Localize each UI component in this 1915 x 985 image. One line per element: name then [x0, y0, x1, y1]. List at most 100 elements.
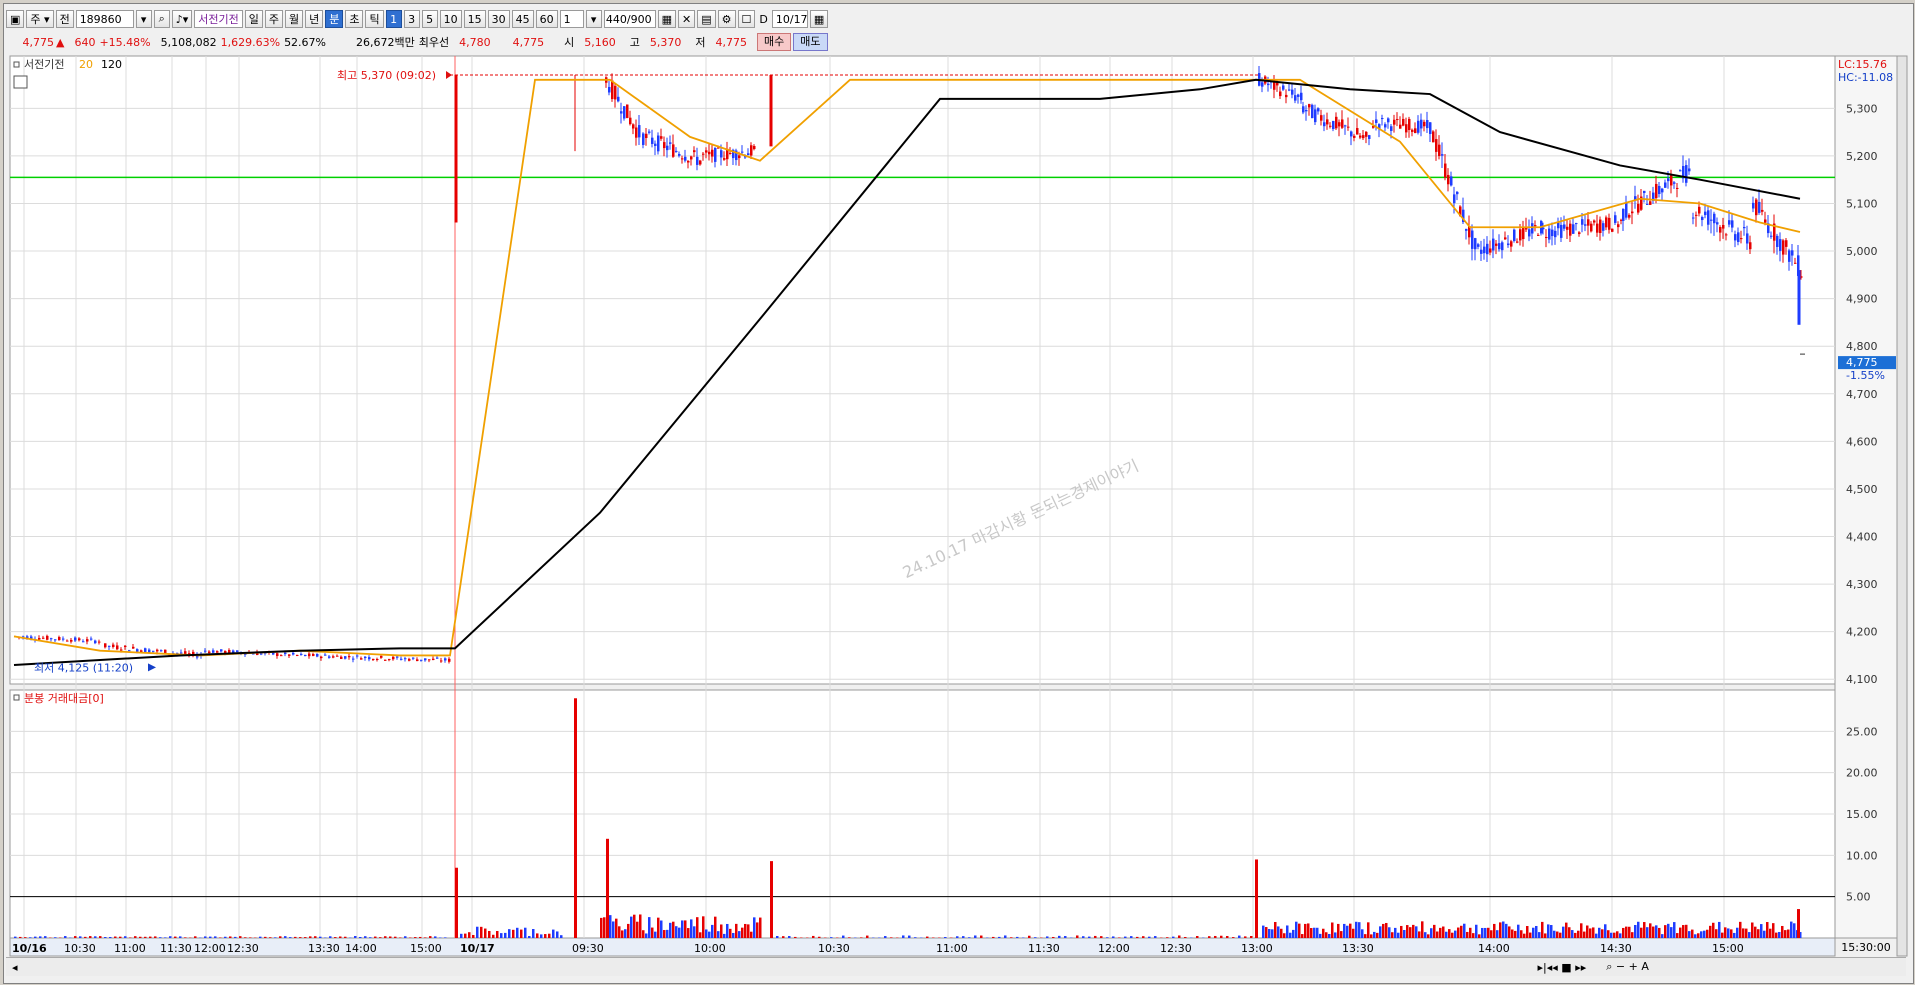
candle-body [436, 657, 439, 659]
x-tick-label: 09:30 [572, 942, 604, 955]
volume-bar [532, 929, 535, 938]
candle-body [1785, 240, 1788, 247]
candle-body [1575, 223, 1578, 225]
candle-body [208, 651, 211, 654]
candle-body [699, 160, 702, 165]
candle-body [1311, 104, 1314, 119]
volume-bar [1421, 921, 1424, 938]
x-tick-label: 14:30 [1600, 942, 1632, 955]
candle-body [635, 127, 638, 138]
candle-body [1572, 224, 1575, 234]
candle-body [296, 654, 299, 656]
volume-bar [504, 932, 507, 938]
volume-bar [980, 935, 983, 938]
volume-bar [1466, 931, 1469, 938]
volume-bar [516, 927, 519, 938]
volume-bar [723, 933, 726, 938]
volume-bar [560, 935, 563, 938]
candle-body [741, 151, 744, 153]
volume-bar [154, 936, 157, 938]
volume-bar [1535, 925, 1538, 938]
x-tick-label: 10/16 [12, 942, 47, 955]
price-tick-label: 5,000 [1846, 245, 1878, 258]
volume-bar [1310, 928, 1313, 938]
volume-bar [708, 931, 711, 938]
volume-bar [279, 936, 282, 938]
table-icon[interactable] [13, 75, 28, 89]
volume-bar [884, 936, 887, 938]
volume-bar [99, 936, 102, 938]
volume-bar [304, 937, 307, 938]
candle-body [1716, 222, 1719, 225]
volume-bar [1718, 921, 1721, 938]
volume-bar [1208, 936, 1211, 938]
volume-peak-bar [1797, 909, 1800, 938]
candle-body [660, 136, 663, 139]
volume-bar [684, 920, 687, 938]
candle-body [276, 653, 279, 657]
volume-bar [149, 936, 152, 938]
volume-bar [627, 923, 630, 938]
volume-bar [1274, 921, 1277, 938]
volume-bar [1418, 931, 1421, 938]
legend-ma120: 120 [101, 58, 122, 71]
volume-bar [1604, 924, 1607, 938]
candle-body [1776, 235, 1779, 247]
volume-bar [512, 929, 515, 938]
candle-body [336, 655, 339, 657]
scroll-left-icon[interactable]: ◂ [12, 961, 18, 974]
candle-body [74, 637, 77, 641]
candle-body [152, 650, 155, 652]
volume-bar [1454, 930, 1457, 938]
candle-body [1622, 208, 1625, 221]
volume-bar [1112, 936, 1115, 938]
candle-body [1731, 220, 1734, 228]
volume-bar [860, 937, 863, 938]
candle-body [1480, 249, 1483, 254]
price-chart[interactable]: 5,300 5,200 5,100 5,000 4,900 4,800 4,700 4,600… [0, 0, 1915, 985]
scrollbar-vertical[interactable] [1896, 55, 1908, 957]
volume-bar [1754, 926, 1757, 938]
candle-body [90, 638, 93, 640]
candle-body [1507, 243, 1510, 246]
volume-bar [1622, 927, 1625, 938]
volume-bar [612, 921, 615, 938]
volume-bar [1733, 932, 1736, 938]
volume-bar [1577, 930, 1580, 938]
volume-bar [675, 926, 678, 938]
candle-body [116, 645, 119, 650]
volume-bar [29, 937, 32, 938]
volume-bar [1778, 931, 1781, 938]
x-tick-label: 11:00 [114, 942, 146, 955]
candle-body [1707, 210, 1710, 225]
candle-body [1569, 223, 1572, 236]
volume-bar [1634, 925, 1637, 938]
volume-bar [1760, 924, 1763, 938]
volume-bar [1262, 925, 1265, 938]
volume-bar [1652, 926, 1655, 938]
volume-tick-label: 5.00 [1846, 891, 1871, 904]
candle-body [1554, 230, 1557, 238]
nav-first-icon[interactable]: ▸|◂◂ ■ ▸▸ [1538, 961, 1587, 974]
volume-bar [1538, 932, 1541, 938]
price-panel [9, 55, 1836, 685]
zoom-tools-icon[interactable]: ⌕ − + A [1606, 960, 1649, 974]
volume-bar [1076, 935, 1079, 938]
volume-bar [1064, 936, 1067, 938]
price-tick-label: 4,800 [1846, 340, 1878, 353]
candle-body [372, 658, 375, 661]
candle-body [1761, 209, 1764, 212]
volume-bar [732, 932, 735, 938]
volume-bar [1655, 925, 1658, 938]
candle-body [1566, 226, 1569, 230]
candle-body [629, 117, 632, 125]
volume-bar [434, 936, 437, 938]
candle-body [368, 657, 371, 660]
volume-bar [169, 936, 172, 938]
volume-bar [1400, 925, 1403, 938]
candle-body [1486, 243, 1489, 255]
volume-bar [1154, 936, 1157, 938]
volume-bar [429, 936, 432, 938]
volume-bar [1592, 927, 1595, 938]
candle-body [1362, 135, 1365, 139]
